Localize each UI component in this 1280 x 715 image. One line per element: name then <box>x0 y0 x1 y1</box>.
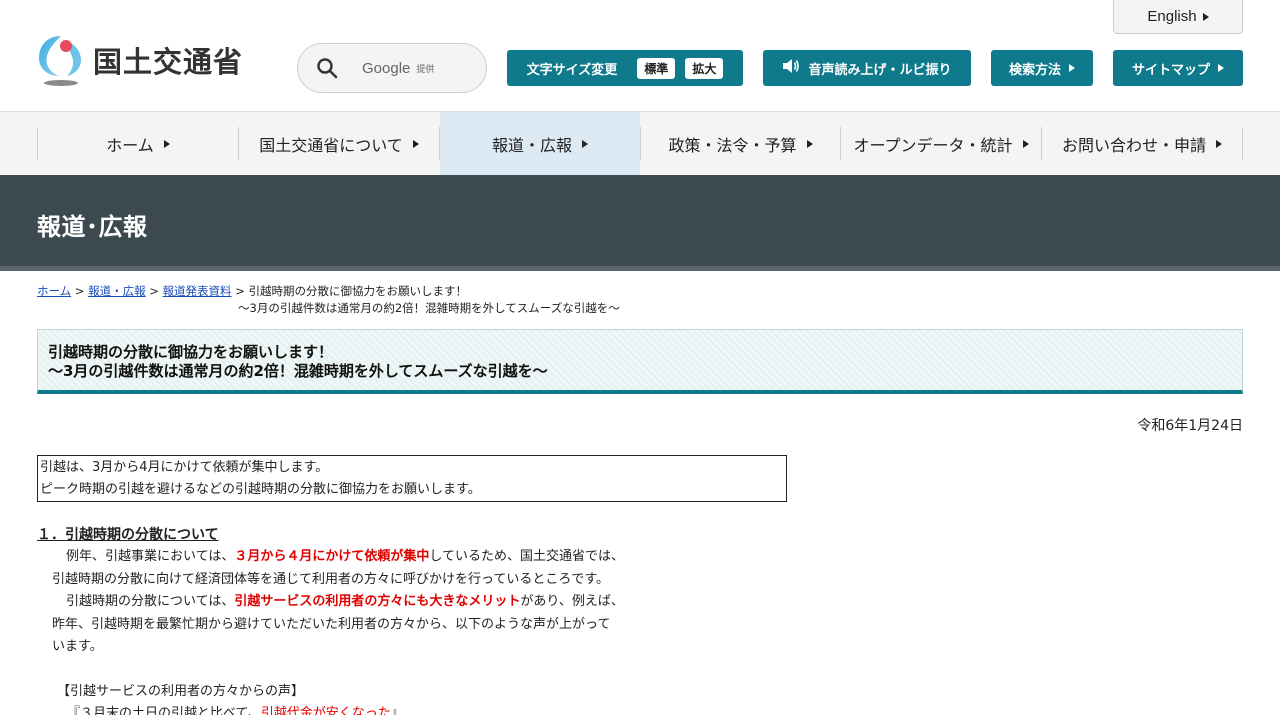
google-label: Google <box>362 59 411 77</box>
article-title-box: 引越時期の分散に御協力をお願いします！ 〜3月の引越件数は通常月の約2倍！混雑時… <box>37 329 1243 394</box>
text: 昨年、引越時期を最繁忙期から避けていただいた利用者の方々から、以下のような声が上… <box>52 616 611 632</box>
search-icon <box>316 57 338 79</box>
read-aloud-label: 音声読み上げ・ルビ振り <box>808 62 952 78</box>
font-size-control: 文字サイズ変更 標準 拡大 <box>507 50 743 86</box>
arrow-right-icon <box>1022 139 1029 148</box>
section-heading: １．引越時期の分散について <box>37 527 219 543</box>
search-method-label: 検索方法 <box>1008 62 1061 78</box>
paragraph: 例年、引越事業においては、３月から４月にかけて依頼が集中しているため、国土交通省… <box>37 546 797 659</box>
nav-item-label: ホーム <box>106 135 154 155</box>
site-logo[interactable]: 国土交通省 <box>37 34 243 86</box>
font-size-standard-button[interactable]: 標準 <box>637 57 676 79</box>
highlight-text: 引越サービスの利用者の方々にも大きなメリット <box>234 594 521 609</box>
text: があり、例えば、 <box>520 594 624 609</box>
voice-heading: 【引越サービスの利用者の方々からの声】 <box>57 683 305 699</box>
text: 引越時期の分散に向けて経済団体等を通じて利用者の方々に呼びかけを行っているところ… <box>52 571 610 587</box>
text: 引越時期の分散については、 <box>66 594 235 609</box>
nav-item-label: お問い合わせ・申請 <box>1061 135 1206 155</box>
sitemap-button[interactable]: サイトマップ <box>1113 50 1243 86</box>
nav-item-label: 政策・法令・予算 <box>668 135 797 155</box>
nav-item-label: 報道・広報 <box>491 135 572 155</box>
notice-box: 引越は、3月から4月にかけて依頼が集中します。 ピーク時期の引越を避けるなどの引… <box>37 455 787 502</box>
search-input[interactable]: Google 提供 <box>297 43 487 93</box>
arrow-right-icon <box>1202 12 1209 21</box>
breadcrumb-releases-link[interactable]: 報道発表資料 <box>163 284 232 298</box>
sitemap-label: サイトマップ <box>1131 62 1210 78</box>
arrow-right-icon <box>412 139 419 148</box>
breadcrumb-separator: > <box>231 284 249 298</box>
article-body: １．引越時期の分散について 例年、引越事業においては、３月から４月にかけて依頼が… <box>37 524 797 715</box>
breadcrumb-separator: > <box>71 284 89 298</box>
nav-item-about[interactable]: 国土交通省について <box>239 112 439 175</box>
arrow-right-icon <box>582 139 588 148</box>
arrow-right-icon <box>806 139 813 148</box>
nav-item-contact[interactable]: お問い合わせ・申請 <box>1042 112 1242 175</box>
speaker-icon <box>782 58 800 78</box>
publish-date: 令和6年1月24日 <box>1137 418 1243 434</box>
voice-item: 『３月末の土日の引越と比べて、引越代金が安くなった』 <box>37 703 797 715</box>
text: 』 <box>390 705 404 715</box>
notice-line2: ピーク時期の引越を避けるなどの引越時期の分散に御協力をお願いします。 <box>40 482 481 497</box>
breadcrumb-current-line2: 〜3月の引越件数は通常月の約2倍！混雑時期を外してスムーズな引越を〜 <box>238 301 620 315</box>
font-size-label: 文字サイズ変更 <box>526 62 618 78</box>
nav-item-label: 国土交通省について <box>259 135 403 155</box>
text: います。 <box>52 639 103 654</box>
breadcrumb-press-link[interactable]: 報道・広報 <box>88 284 146 298</box>
banner-title: 報道･広報 <box>37 213 148 241</box>
nav-item-policy[interactable]: 政策・法令・予算 <box>641 112 840 175</box>
read-aloud-button[interactable]: 音声読み上げ・ルビ振り <box>763 50 971 86</box>
category-banner: 報道･広報 <box>0 175 1280 271</box>
arrow-right-icon <box>1218 64 1224 72</box>
breadcrumb-current: 引越時期の分散に御協力をお願いします！ <box>248 284 468 298</box>
highlight-text: ３月から４月にかけて依頼が集中 <box>234 549 430 564</box>
breadcrumb-separator: > <box>145 284 163 298</box>
nav-divider <box>1242 127 1243 160</box>
nav-item-label: オープンデータ・統計 <box>853 135 1013 155</box>
english-label: English <box>1147 8 1197 25</box>
mlit-logo-icon <box>37 34 85 86</box>
font-size-large-button[interactable]: 拡大 <box>685 57 724 79</box>
provided-label: 提供 <box>416 64 435 75</box>
logo-text: 国土交通省 <box>93 45 244 79</box>
nav-item-home[interactable]: ホーム <box>38 112 238 175</box>
global-nav: ホーム 国土交通省について 報道・広報 政策・法令・予算 オープンデータ・統計 … <box>0 111 1280 175</box>
text: 『３月末の土日の引越と比べて、 <box>67 705 261 715</box>
site-header: 国土交通省 English Google 提供 文字サイズ変更 標準 拡大 音声… <box>0 0 1280 111</box>
english-button[interactable]: English <box>1113 0 1243 34</box>
arrow-right-icon <box>163 139 170 148</box>
breadcrumb: ホーム > 報道・広報 > 報道発表資料 > 引越時期の分散に御協力をお願いしま… <box>37 283 1243 317</box>
breadcrumb-home-link[interactable]: ホーム <box>37 284 71 298</box>
notice-line1: 引越は、3月から4月にかけて依頼が集中します。 <box>40 460 329 475</box>
article-title-line2: 〜3月の引越件数は通常月の約2倍！混雑時期を外してスムーズな引越を〜 <box>48 362 548 380</box>
text: しているため、国土交通省では、 <box>429 549 624 564</box>
arrow-right-icon <box>1216 139 1222 148</box>
highlight-text: 引越代金が安くなった <box>260 705 391 715</box>
nav-item-open-data[interactable]: オープンデータ・統計 <box>841 112 1041 175</box>
text: 例年、引越事業においては、 <box>66 549 235 564</box>
article-title-line1: 引越時期の分散に御協力をお願いします！ <box>48 343 334 361</box>
arrow-right-icon <box>1069 64 1075 72</box>
nav-item-press[interactable]: 報道・広報 <box>440 112 640 175</box>
search-method-button[interactable]: 検索方法 <box>991 50 1093 86</box>
